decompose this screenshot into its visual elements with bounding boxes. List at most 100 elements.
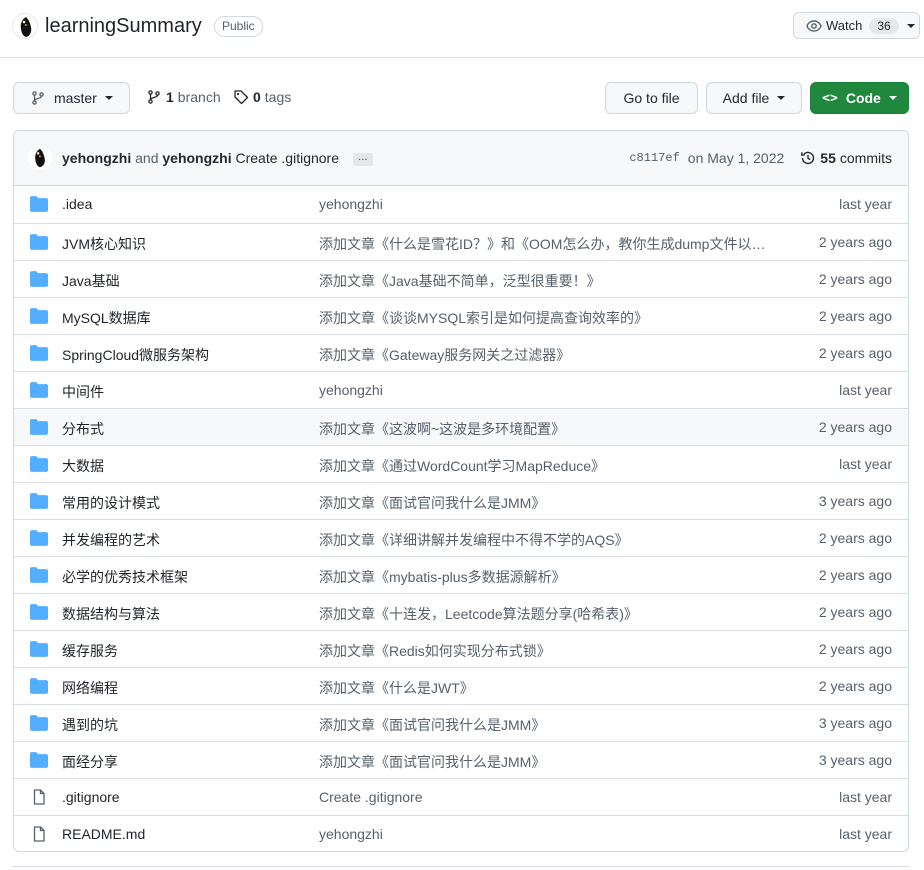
watch-count: 36	[869, 17, 899, 34]
commit-message-link[interactable]: 添加文章《什么是JWT》	[319, 678, 774, 698]
file-row[interactable]: SpringCloud微服务架构 添加文章《Gateway服务网关之过滤器》 2 y…	[14, 334, 908, 371]
commit-and: and	[135, 150, 159, 166]
commit-message-link[interactable]: 添加文章《面试官问我什么是JMM》	[319, 715, 774, 735]
file-row[interactable]: 大数据 添加文章《通过WordCount学习MapReduce》 last year	[14, 445, 908, 482]
commit-message-link[interactable]: yehongzhi	[319, 196, 774, 212]
commit-meta: c8117ef on May 1, 2022 55 commits	[629, 150, 892, 166]
file-name-link[interactable]: Java基础	[62, 271, 120, 291]
file-row[interactable]: 中间件 yehongzhi last year	[14, 371, 908, 408]
commit-age: 2 years ago	[818, 567, 892, 583]
commit-message[interactable]: Create .gitignore	[236, 150, 340, 166]
file-name-link[interactable]: README.md	[62, 826, 145, 842]
commit-age: 2 years ago	[818, 419, 892, 435]
file-name-link[interactable]: 并发编程的艺术	[62, 530, 160, 550]
folder-icon	[30, 456, 48, 472]
file-list: .idea yehongzhi last year JVM核心知识 添加文章《什么是雪花…	[14, 186, 908, 851]
commit-message-link[interactable]: yehongzhi	[319, 382, 774, 398]
file-icon	[30, 789, 48, 805]
commit-message-link[interactable]: 添加文章《通过WordCount学习MapReduce》	[319, 456, 774, 476]
file-row[interactable]: 分布式 添加文章《这波啊~这波是多环境配置》 2 years ago	[14, 408, 908, 445]
file-name-link[interactable]: 必学的优秀技术框架	[62, 567, 188, 587]
commit-message-link[interactable]: 添加文章《mybatis-plus多数据源解析》	[319, 567, 774, 587]
commit-message-link[interactable]: 添加文章《Redis如何实现分布式锁》	[319, 641, 774, 661]
commit-message-link[interactable]: 添加文章《面试官问我什么是JMM》	[319, 752, 774, 772]
commits-history-link[interactable]: 55 commits	[800, 150, 892, 166]
commit-age: last year	[839, 826, 892, 842]
commit-message-link[interactable]: Create .gitignore	[319, 789, 774, 805]
add-file-button[interactable]: Add file	[706, 82, 802, 114]
penguin-avatar-icon	[35, 148, 45, 168]
commit-message-link[interactable]: 添加文章《谈谈MYSQL索引是如何提高查询效率的》	[319, 308, 774, 328]
commit-message-link[interactable]: 添加文章《Gateway服务网关之过滤器》	[319, 345, 774, 365]
file-row[interactable]: 遇到的坑 添加文章《面试官问我什么是JMM》 3 years ago	[14, 704, 908, 741]
file-name-link[interactable]: 分布式	[62, 419, 104, 439]
file-row[interactable]: JVM核心知识 添加文章《什么是雪花ID？》和《OOM怎么办，教你生成dump文件…	[14, 223, 908, 260]
file-name-link[interactable]: 网络编程	[62, 678, 118, 698]
expand-commit-button[interactable]: …	[352, 152, 373, 166]
branches-link[interactable]: 1 branch	[146, 89, 221, 105]
file-name-link[interactable]: .idea	[62, 196, 92, 212]
branch-select-button[interactable]: master	[13, 82, 130, 114]
commit-age: 3 years ago	[818, 715, 892, 731]
file-row[interactable]: MySQL数据库 添加文章《谈谈MYSQL索引是如何提高查询效率的》 2 years…	[14, 297, 908, 334]
chevron-down-icon	[777, 96, 786, 100]
file-row[interactable]: README.md yehongzhi last year	[14, 815, 908, 851]
folder-icon	[30, 715, 48, 731]
file-row[interactable]: 面经分享 添加文章《面试官问我什么是JMM》 3 years ago	[14, 741, 908, 778]
tag-count: 0	[253, 89, 261, 105]
file-name-link[interactable]: 常用的设计模式	[62, 493, 160, 513]
branch-label: branch	[177, 89, 221, 105]
file-name-link[interactable]: 遇到的坑	[62, 715, 118, 735]
file-name-link[interactable]: MySQL数据库	[62, 308, 151, 328]
commit-message-link[interactable]: yehongzhi	[319, 826, 774, 842]
file-name-link[interactable]: 数据结构与算法	[62, 604, 160, 624]
file-row[interactable]: 常用的设计模式 添加文章《面试官问我什么是JMM》 3 years ago	[14, 482, 908, 519]
file-row[interactable]: 并发编程的艺术 添加文章《详细讲解并发编程中不得不学的AQS》 2 years ag…	[14, 519, 908, 556]
commit-message-link[interactable]: 添加文章《这波啊~这波是多环境配置》	[319, 419, 774, 439]
file-row[interactable]: 缓存服务 添加文章《Redis如何实现分布式锁》 2 years ago	[14, 630, 908, 667]
git-branch-icon	[148, 90, 160, 104]
file-row[interactable]: Java基础 添加文章《Java基础不简单，泛型很重要！》 2 years ago	[14, 260, 908, 297]
eye-icon	[806, 19, 822, 32]
commit-coauthor[interactable]: yehongzhi	[162, 150, 231, 166]
file-row[interactable]: .gitignore Create .gitignore last year	[14, 778, 908, 815]
tags-link[interactable]: 0 tags	[233, 89, 291, 105]
commit-author[interactable]: yehongzhi	[62, 150, 131, 166]
folder-icon	[30, 419, 48, 435]
commit-message-link[interactable]: 添加文章《详细讲解并发编程中不得不学的AQS》	[319, 530, 774, 550]
git-branch-icon	[32, 91, 44, 105]
file-browser: yehongzhi and yehongzhi Create .gitignor…	[13, 130, 909, 852]
file-name-link[interactable]: 大数据	[62, 456, 104, 476]
file-name-link[interactable]: 缓存服务	[62, 641, 118, 661]
commit-age: 2 years ago	[818, 234, 892, 250]
file-name-link[interactable]: JVM核心知识	[62, 234, 146, 254]
folder-icon	[30, 752, 48, 768]
file-name-link[interactable]: 中间件	[62, 382, 104, 402]
commit-message-link[interactable]: 添加文章《十连发，Leetcode算法题分享(哈希表)》	[319, 604, 774, 624]
file-row[interactable]: 必学的优秀技术框架 添加文章《mybatis-plus多数据源解析》 2 years…	[14, 556, 908, 593]
file-row[interactable]: 数据结构与算法 添加文章《十连发，Leetcode算法题分享(哈希表)》 2 yea…	[14, 593, 908, 630]
commit-message-link[interactable]: 添加文章《面试官问我什么是JMM》	[319, 493, 774, 513]
commit-message-link[interactable]: 添加文章《什么是雪花ID？》和《OOM怎么办，教你生成dump文件以…	[319, 234, 774, 254]
commit-message-link[interactable]: 添加文章《Java基础不简单，泛型很重要！》	[319, 271, 774, 291]
folder-icon	[30, 196, 48, 212]
chevron-down-icon	[906, 23, 915, 28]
repo-name[interactable]: learningSummary	[45, 15, 202, 38]
file-row[interactable]: .idea yehongzhi last year	[14, 186, 908, 223]
file-name-link[interactable]: 面经分享	[62, 752, 118, 772]
watch-button[interactable]: Watch 36	[793, 12, 920, 39]
author-avatar[interactable]	[28, 146, 52, 170]
branch-name: master	[54, 90, 97, 106]
commit-count: 55	[820, 150, 836, 166]
commit-age: 2 years ago	[818, 271, 892, 287]
go-to-file-button[interactable]: Go to file	[605, 82, 698, 114]
folder-icon	[30, 308, 48, 324]
visibility-badge: Public	[214, 16, 263, 37]
commit-sha[interactable]: c8117ef	[629, 151, 679, 165]
code-button[interactable]: <> Code	[810, 82, 909, 114]
file-row[interactable]: 网络编程 添加文章《什么是JWT》 2 years ago	[14, 667, 908, 704]
file-name-link[interactable]: SpringCloud微服务架构	[62, 345, 209, 365]
file-name-link[interactable]: .gitignore	[62, 789, 120, 805]
owner-avatar[interactable]	[12, 13, 38, 39]
folder-icon	[30, 493, 48, 509]
